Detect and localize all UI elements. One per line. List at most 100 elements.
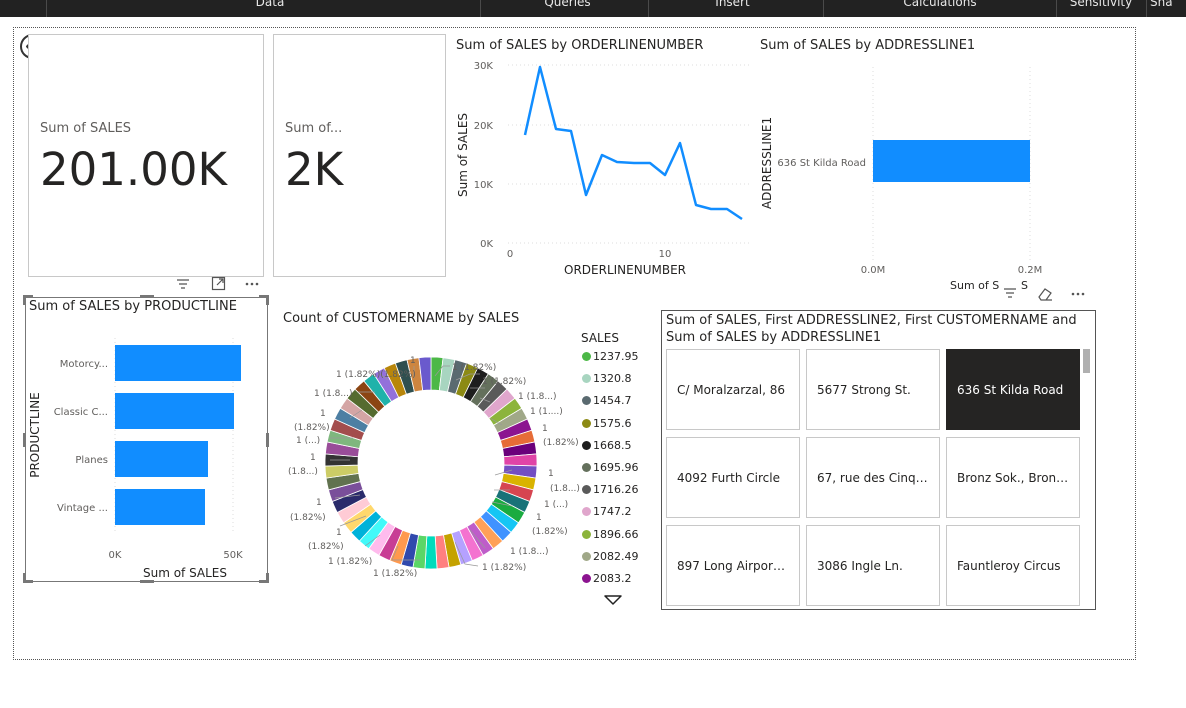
legend-label: 1668.5: [593, 438, 632, 452]
donut-chart[interactable]: 1 1 (1.82%) (1.82%) 1 (1.82%) 1 (1.82%) 1…: [280, 330, 580, 600]
legend-color-marker: [582, 529, 591, 539]
bar-636-st-kilda-road[interactable]: [873, 140, 1030, 182]
donut-data-label: 1: [310, 453, 316, 463]
donut-data-label: 1: [316, 498, 322, 508]
more-options-icon[interactable]: [245, 280, 261, 288]
donut-data-label: 1 (1.82%): [482, 563, 526, 573]
donut-data-label: 1 (1.8...): [510, 547, 549, 557]
legend-color-marker: [582, 352, 591, 361]
x-axis-title: ORDERLINENUMBER: [564, 263, 686, 277]
legend-label: 1575.6: [593, 416, 632, 430]
resize-handle[interactable]: [140, 580, 154, 583]
legend-item[interactable]: 1668.5: [582, 439, 632, 452]
ribbon-tab-data[interactable]: Data: [200, 0, 340, 17]
donut-data-label: (1.82%): [308, 542, 344, 552]
y-tick-label: 30K: [474, 61, 494, 72]
x-axis-title: Sum of SALES: [143, 566, 227, 580]
legend-item[interactable]: 1896.66: [582, 528, 639, 541]
address-slicer[interactable]: Sum of SALES, First ADDRESSLINE2, First …: [661, 310, 1096, 610]
legend-scroll-down-icon[interactable]: [604, 595, 622, 605]
slicer-title: Sum of SALES, First ADDRESSLINE2, First …: [666, 313, 1077, 345]
line-chart-title: Sum of SALES by ORDERLINENUMBER: [456, 38, 704, 53]
resize-handle[interactable]: [266, 295, 269, 305]
x-tick-label: 0.2M: [1018, 265, 1043, 276]
slicer-tile[interactable]: 5677 Strong St.: [806, 349, 940, 430]
donut-data-label: (1.8...): [550, 484, 580, 494]
ribbon-tab-share[interactable]: Sha: [1150, 0, 1186, 17]
donut-data-label: (1.82%): [543, 438, 579, 448]
filter-icon[interactable]: [1003, 286, 1017, 300]
slicer-tile[interactable]: C/ Moralzarzal, 86: [666, 349, 800, 430]
donut-data-label: (1.82%): [290, 513, 326, 523]
legend-item[interactable]: 1320.8: [582, 372, 632, 385]
legend-item[interactable]: 1747.2: [582, 505, 632, 518]
y-axis-title: ADDRESSLINE1: [760, 117, 774, 209]
slicer-tile[interactable]: Bronz Sok., Bronz ...: [946, 437, 1080, 518]
legend-item[interactable]: 1454.7: [582, 394, 632, 407]
filter-icon[interactable]: [176, 277, 190, 291]
legend-color-marker: [582, 440, 591, 450]
donut-data-label: (1.82%): [532, 527, 568, 537]
bar-vintage-cars[interactable]: [115, 489, 205, 525]
slicer-tile[interactable]: Fauntleroy Circus: [946, 525, 1080, 606]
donut-legend-title: SALES: [581, 331, 619, 345]
line-chart[interactable]: 30K 20K 10K 0K 0 10 Sum of SALES ORDERLI…: [450, 55, 760, 280]
slicer-tile[interactable]: 897 Long Airport ...: [666, 525, 800, 606]
ribbon-tab-insert[interactable]: Insert: [660, 0, 805, 17]
legend-item[interactable]: 1695.96: [582, 461, 639, 474]
category-label: Classic C...: [54, 407, 108, 418]
donut-data-label: 1 (1.82%): [482, 377, 526, 387]
address-bar-chart[interactable]: ADDRESSLINE1 636 St Kilda Road 0.0M 0.2M: [755, 55, 1085, 280]
address-chart-title: Sum of SALES by ADDRESSLINE1: [760, 38, 976, 53]
legend-item[interactable]: 2082.49: [582, 550, 639, 563]
ribbon-tab-sensitivity[interactable]: Sensitivity: [1060, 0, 1142, 17]
card-sum-of-second[interactable]: Sum of... 2K: [273, 34, 446, 277]
x-tick-label: 50K: [223, 550, 243, 561]
card-label: Sum of...: [285, 121, 343, 136]
slicer-tile[interactable]: 636 St Kilda Road: [946, 349, 1080, 430]
donut-data-label: 1 (...): [296, 436, 320, 446]
ribbon-tab-queries[interactable]: Queries: [500, 0, 635, 17]
slicer-tile[interactable]: 3086 Ingle Ln.: [806, 525, 940, 606]
donut-data-label: 1 (1.8...): [518, 392, 557, 402]
ribbon-tab-calculations[interactable]: Calculations: [840, 0, 1040, 17]
productline-bar-chart[interactable]: PRODUCTLINE Motorcy... Classic C... Plan…: [26, 320, 266, 580]
category-label: Vintage ...: [57, 503, 108, 514]
resize-handle[interactable]: [140, 295, 154, 298]
slicer-tile[interactable]: 67, rue des Cinqu...: [806, 437, 940, 518]
legend-item[interactable]: 1716.26: [582, 483, 639, 496]
donut-data-label: 1 (1....): [530, 407, 563, 417]
bar-planes[interactable]: [115, 441, 208, 477]
card-sum-of-sales[interactable]: Sum of SALES 201.00K: [28, 34, 264, 277]
donut-data-label: 1 (1.82%): [452, 363, 496, 373]
legend-color-marker: [582, 551, 591, 561]
legend-item[interactable]: 1575.6: [582, 417, 632, 430]
resize-handle[interactable]: [266, 573, 269, 583]
legend-label: 1747.2: [593, 505, 632, 519]
slicer-tile[interactable]: 4092 Furth Circle: [666, 437, 800, 518]
category-label: Planes: [75, 455, 108, 466]
sales-line-series[interactable]: [523, 65, 743, 221]
bar-motorcycles[interactable]: [115, 345, 241, 381]
y-tick-label: 10K: [474, 180, 494, 191]
legend-label: 1716.26: [593, 483, 639, 497]
legend-item[interactable]: 2083.2: [582, 572, 632, 585]
donut-data-label: 1 (1.82%): [328, 557, 372, 567]
x-tick-label: 0.0M: [861, 265, 886, 276]
focus-mode-icon[interactable]: [211, 276, 226, 291]
slicer-scrollbar[interactable]: [1083, 349, 1090, 373]
x-tick-label: 0: [507, 249, 513, 260]
more-options-icon[interactable]: [1071, 290, 1087, 298]
bar-classic-cars[interactable]: [115, 393, 234, 429]
donut-slices[interactable]: [324, 356, 538, 570]
legend-label: 1237.95: [593, 350, 639, 363]
donut-data-label: 1: [536, 513, 542, 523]
eraser-icon[interactable]: [1036, 286, 1054, 302]
y-axis-title: PRODUCTLINE: [28, 392, 42, 478]
donut-data-label: 1: [336, 528, 342, 538]
legend-item[interactable]: 1237.95: [582, 350, 639, 363]
ribbon-separator: [823, 0, 824, 17]
resize-handle[interactable]: [266, 433, 269, 447]
resize-handle[interactable]: [23, 295, 26, 305]
card-label: Sum of SALES: [40, 121, 132, 136]
